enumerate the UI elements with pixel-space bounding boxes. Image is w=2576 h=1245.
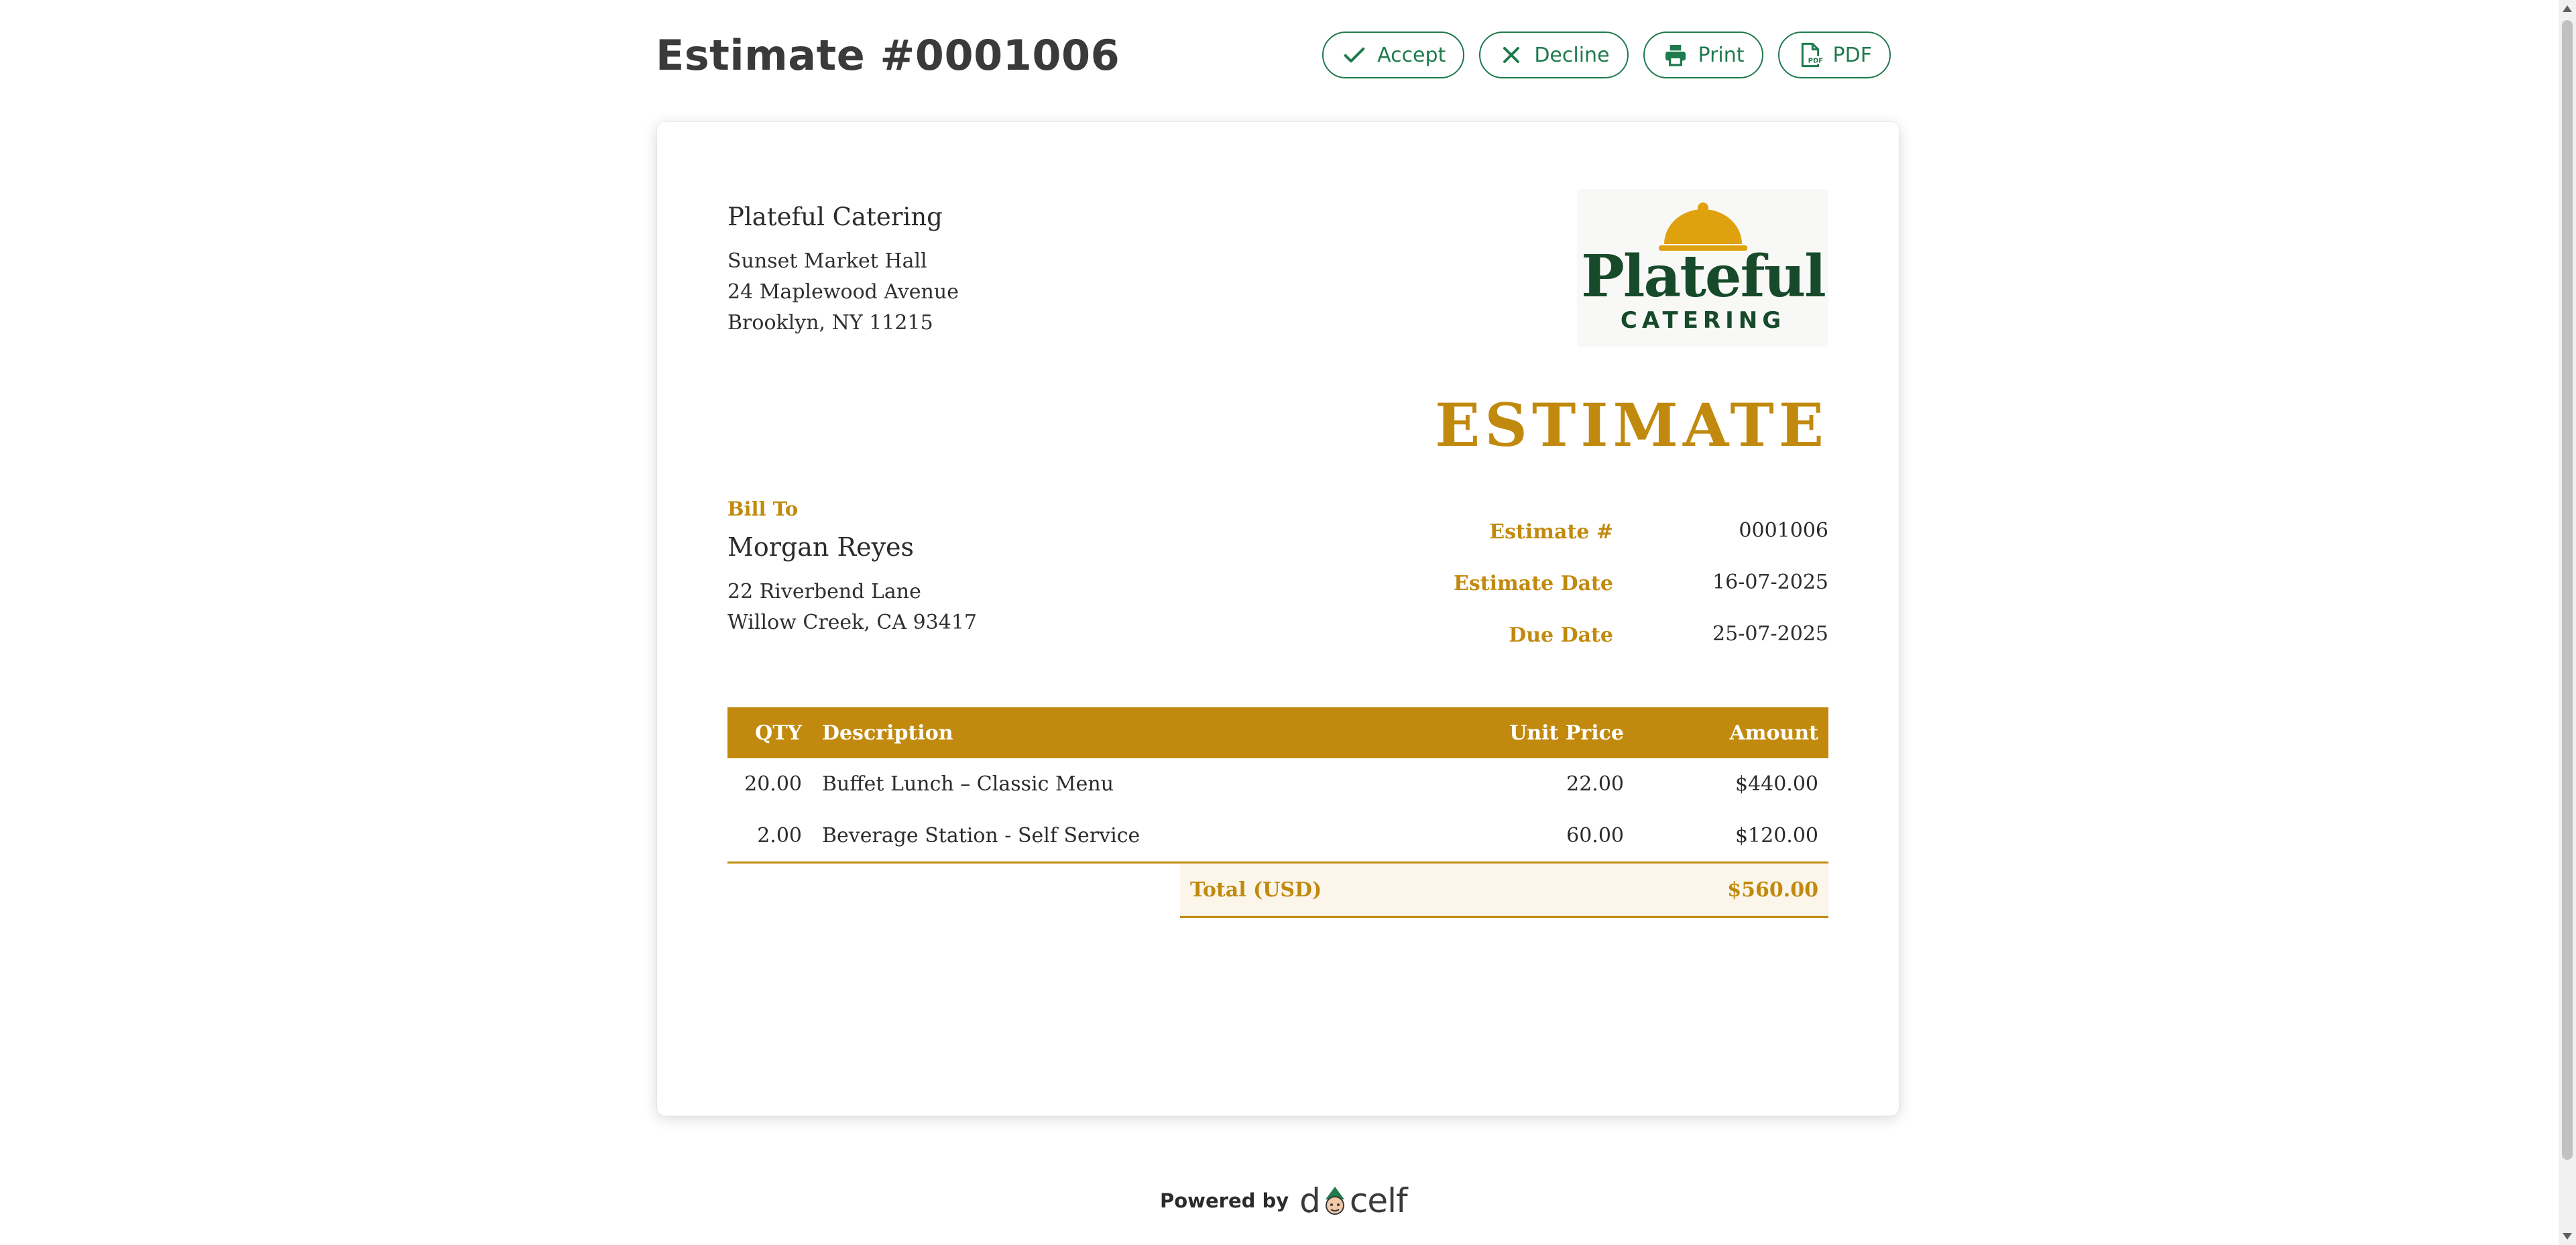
estimate-number-label: Estimate # (1489, 520, 1613, 544)
print-button[interactable]: Print (1643, 32, 1763, 78)
due-date-label: Due Date (1509, 624, 1613, 647)
estimate-number-value: 0001006 (1739, 519, 1828, 542)
company-logo: Plateful CATERING (1577, 189, 1828, 347)
docelf-logo[interactable]: d celf (1299, 1181, 1407, 1220)
pdf-button-label: PDF (1832, 43, 1872, 67)
bill-to-label: Bill To (727, 497, 799, 520)
check-icon (1341, 42, 1368, 68)
print-button-label: Print (1698, 43, 1745, 67)
due-date-value: 25-07-2025 (1712, 622, 1828, 646)
column-header-description: Description (812, 707, 1413, 758)
row-qty: 20.00 (744, 772, 802, 796)
company-address-line: Brooklyn, NY 11215 (727, 311, 933, 335)
scrollbar-thumb[interactable] (2562, 20, 2573, 1160)
column-header-qty: QTY (727, 707, 812, 758)
row-qty: 2.00 (727, 810, 812, 864)
meta-row: Estimate # 0001006 (1421, 511, 1828, 562)
page-header: Estimate #0001006 Accept Decline Print P… (656, 27, 1891, 83)
company-address-line: 24 Maplewood Avenue (727, 280, 959, 304)
estimate-date-label: Estimate Date (1454, 572, 1613, 595)
company-name: Plateful Catering (727, 202, 943, 231)
row-unit-price: 22.00 (1566, 772, 1624, 796)
line-items-table: QTY Description Unit Price Amount 20.00 … (727, 707, 1828, 864)
row-amount: $120.00 (1634, 810, 1828, 864)
row-unit-price: 60.00 (1413, 810, 1634, 864)
powered-by-label: Powered by (1160, 1189, 1289, 1212)
client-address-line: 22 Riverbend Lane (727, 580, 921, 603)
powered-by: Powered by d celf (1160, 1181, 1408, 1220)
row-description: Buffet Lunch – Classic Menu (822, 772, 1114, 796)
bill-to-block: Bill To Morgan Reyes 22 Riverbend Lane W… (727, 497, 977, 638)
svg-text:CATERING: CATERING (1621, 307, 1785, 334)
action-bar: Accept Decline Print PDF PDF (1322, 32, 1891, 78)
page-title: Estimate #0001006 (656, 30, 1120, 80)
accept-button-label: Accept (1377, 43, 1446, 67)
pdf-button[interactable]: PDF PDF (1777, 32, 1891, 78)
table-row: 20.00 Buffet Lunch – Classic Menu 22.00 … (727, 758, 1828, 810)
pdf-file-icon: PDF (1797, 42, 1824, 68)
meta-row: Estimate Date 16-07-2025 (1421, 562, 1828, 614)
table-row: 2.00 Beverage Station - Self Service 60.… (727, 810, 1828, 864)
total-value: $560.00 (1727, 878, 1818, 902)
accept-button[interactable]: Accept (1322, 32, 1465, 78)
decline-button[interactable]: Decline (1479, 32, 1629, 78)
client-name: Morgan Reyes (727, 532, 915, 562)
printer-icon (1662, 42, 1689, 68)
estimate-date-value: 16-07-2025 (1712, 571, 1828, 594)
estimate-meta: Estimate # 0001006 Estimate Date 16-07-2… (1421, 511, 1828, 666)
company-address-line: Sunset Market Hall (727, 249, 927, 273)
row-amount: $440.00 (1735, 772, 1818, 796)
scroll-up-arrow-icon[interactable] (2563, 5, 2572, 12)
table-header-row: QTY Description Unit Price Amount (727, 707, 1828, 758)
meta-row: Due Date 25-07-2025 (1421, 614, 1828, 666)
total-label: Total (USD) (1190, 878, 1322, 902)
close-icon (1498, 42, 1525, 68)
document-heading: ESTIMATE (1435, 390, 1828, 460)
decline-button-label: Decline (1534, 43, 1610, 67)
column-header-unit-price: Unit Price (1413, 707, 1634, 758)
estimate-document: Plateful Catering Sunset Market Hall 24 … (657, 122, 1899, 1116)
vertical-scrollbar[interactable] (2559, 0, 2576, 1245)
elf-mascot-icon (1325, 1187, 1344, 1215)
company-block: Plateful Catering Sunset Market Hall 24 … (727, 202, 959, 339)
column-header-amount: Amount (1634, 707, 1828, 758)
row-description: Beverage Station - Self Service (812, 810, 1413, 864)
total-row: Total (USD) $560.00 (1180, 864, 1828, 918)
svg-text:Plateful: Plateful (1581, 243, 1825, 310)
scroll-down-arrow-icon[interactable] (2563, 1233, 2572, 1240)
svg-text:PDF: PDF (1808, 58, 1822, 65)
client-address-line: Willow Creek, CA 93417 (727, 611, 978, 634)
